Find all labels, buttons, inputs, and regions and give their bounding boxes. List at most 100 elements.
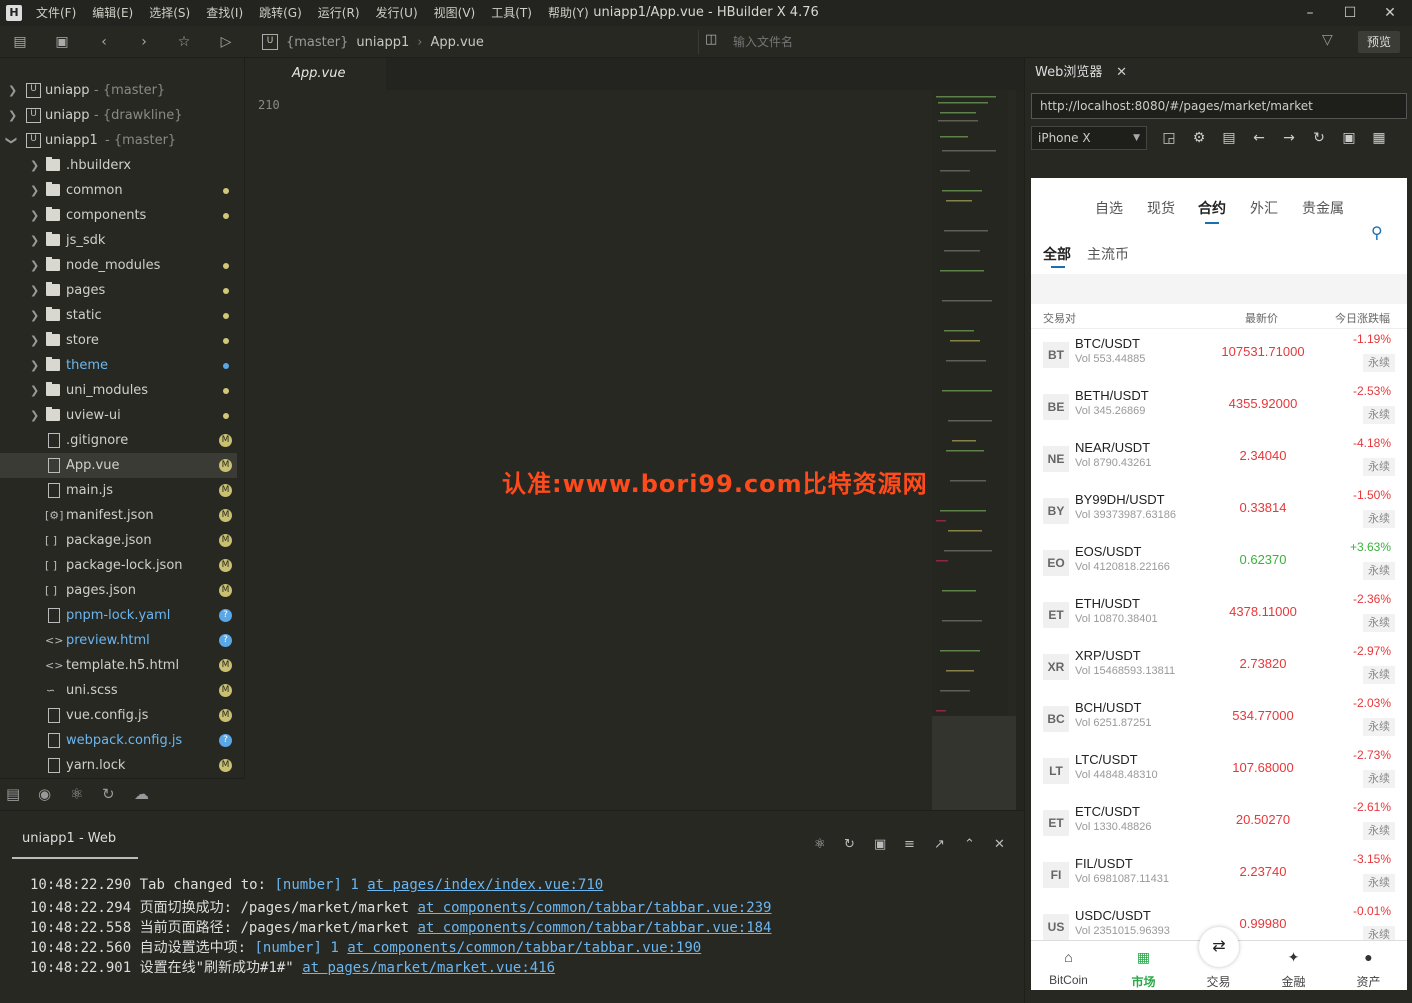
folder-common[interactable]: ❯ common [0,178,237,203]
folder-js-sdk[interactable]: ❯ js_sdk [0,228,237,253]
market-row[interactable]: ET ETC/USDT Vol 1330.48826 20.50270 -2.61% 永续 [1031,798,1407,850]
file-preview-html[interactable]: <> preview.html? [0,628,237,653]
minimap-viewport[interactable] [932,716,1022,810]
back-icon[interactable]: ‹ [94,32,114,52]
git-icon[interactable]: ↻ [102,785,115,803]
settings-icon[interactable]: ⚙ [1189,128,1209,148]
menu-publish[interactable]: 发行(U) [368,0,426,26]
run-icon[interactable]: ▷ [216,32,236,52]
folder-node-modules[interactable]: ❯ node_modules [0,253,237,278]
minimap[interactable] [932,90,1008,810]
market-row[interactable]: FI FIL/USDT Vol 6981087.11431 2.23740 -3.15%… [1031,850,1407,902]
menu-file[interactable]: 文件(F) [28,0,84,26]
device-select[interactable]: iPhone X ▼ [1031,126,1147,150]
tab-web-browser[interactable]: Web浏览器 ✕ [1025,58,1135,88]
clear-icon[interactable]: ≡ [904,837,915,852]
close-icon[interactable]: ✕ [1116,58,1127,88]
minimize-icon[interactable]: – [1290,0,1330,26]
menu-find[interactable]: 查找(I) [198,0,251,26]
save-icon[interactable]: ▣ [52,32,72,52]
close-panel-icon[interactable]: ✕ [994,837,1005,852]
market-row[interactable]: BE BETH/USDT Vol 345.26869 4355.92000 -2.53%… [1031,382,1407,434]
menu-select[interactable]: 选择(S) [141,0,198,26]
rotate-icon[interactable]: ◲ [1159,128,1179,148]
forward-icon[interactable]: › [134,32,154,52]
nav-trade[interactable]: 交易 [1181,941,1256,990]
menu-run[interactable]: 运行(R) [310,0,368,26]
chevron-up-icon[interactable]: ⌃ [964,837,975,852]
file-pnpm-lock-yaml[interactable]: pnpm-lock.yaml? [0,603,237,628]
project-uniapp1[interactable]: ❯ U uniapp1 - {master} [0,128,237,153]
nav-finance[interactable]: ✦ 金融 [1256,941,1331,990]
tab-contract[interactable]: 合约 [1198,198,1226,218]
project-uniapp-master[interactable]: ❯ U uniapp - {master} [0,78,237,103]
nav-bitcoin[interactable]: ⌂ BitCoin [1031,941,1106,990]
preview-button[interactable]: 预览 [1358,31,1400,53]
file-gitignore[interactable]: .gitignore M [0,428,237,453]
stop-icon[interactable]: ▣ [874,837,886,852]
folder-uview-ui[interactable]: ❯ uview-ui [0,403,237,428]
file-manifest-json[interactable]: [⚙] manifest.json M [0,503,237,528]
explorer-icon[interactable]: ▤ [6,785,20,803]
menu-tools[interactable]: 工具(T) [483,0,540,26]
breadcrumb-project[interactable]: uniapp1 [356,35,409,50]
market-row[interactable]: NE NEAR/USDT Vol 8790.43261 2.34040 -4.18% 永续 [1031,434,1407,486]
forward-icon[interactable]: → [1279,128,1299,148]
breadcrumb-branch[interactable]: {master} [286,35,348,50]
log-source-link[interactable]: at pages/market/market.vue:416 [302,960,555,976]
subtab-all[interactable]: 全部 [1043,244,1071,264]
open-external-icon[interactable]: ↗ [934,837,945,852]
log-source-link[interactable]: at components/common/tabbar/tabbar.vue:1… [417,920,771,936]
folder-uni-modules[interactable]: ❯ uni_modules [0,378,237,403]
star-icon[interactable]: ☆ [174,32,194,52]
tab-metals[interactable]: 贵金属 [1302,198,1344,218]
tab-spot[interactable]: 现货 [1147,198,1175,218]
file-uni-scss[interactable]: ∽ uni.scss M [0,678,237,703]
subtab-mainstream[interactable]: 主流币 [1087,244,1129,264]
file-package-json[interactable]: [ ] package.json M [0,528,237,553]
file-package-lock-json[interactable]: [ ] package-lock.json M [0,553,237,578]
market-row[interactable]: XR XRP/USDT Vol 15468593.13811 2.73820 -2.97… [1031,642,1407,694]
file-vue-config-js[interactable]: vue.config.js M [0,703,237,728]
folder-components[interactable]: ❯ components [0,203,237,228]
market-row[interactable]: BC BCH/USDT Vol 6251.87251 534.77000 -2.03% 永… [1031,694,1407,746]
file-pages-json[interactable]: [ ] pages.json M [0,578,237,603]
menu-goto[interactable]: 跳转(G) [251,0,310,26]
console-tab[interactable]: uniapp1 - Web [12,831,138,859]
market-row[interactable]: BT BTC/USDT Vol 553.44885 107531.71000 -1.19… [1031,330,1407,382]
market-row[interactable]: ET ETH/USDT Vol 10870.38401 4378.11000 -2.36… [1031,590,1407,642]
log-source-link[interactable]: at components/common/tabbar/tabbar.vue:2… [417,900,771,916]
debug-icon[interactable]: ⚛ [814,837,826,852]
file-main-js[interactable]: main.js M [0,478,237,503]
file-app-vue[interactable]: App.vue M [0,453,237,478]
tab-watchlist[interactable]: 自选 [1095,198,1123,218]
file-search-input[interactable] [731,32,1295,52]
maximize-icon[interactable]: ☐ [1330,0,1370,26]
back-icon[interactable]: ← [1249,128,1269,148]
folder-store[interactable]: ❯ store [0,328,237,353]
breadcrumb-file[interactable]: App.vue [430,35,483,50]
file-webpack-config-js[interactable]: webpack.config.js? [0,728,237,753]
market-row[interactable]: EO EOS/USDT Vol 4120818.22166 0.62370 +3.63%… [1031,538,1407,590]
qrcode-icon[interactable]: ▦ [1369,128,1389,148]
editor-scrollbar[interactable] [1016,90,1024,810]
close-icon[interactable]: ✕ [1370,0,1410,26]
binoculars-icon[interactable]: ◉ [38,785,51,803]
file-yarn-lock[interactable]: yarn.lock M [0,753,237,778]
folder-static[interactable]: ❯ static [0,303,237,328]
new-file-icon[interactable]: ▤ [10,32,30,52]
folder-pages[interactable]: ❯ pages [0,278,237,303]
file-template-h5-html[interactable]: <> template.h5.html M [0,653,237,678]
menu-view[interactable]: 视图(V) [426,0,484,26]
restart-icon[interactable]: ↻ [844,837,855,852]
refresh-icon[interactable]: ↻ [1309,128,1329,148]
menu-edit[interactable]: 编辑(E) [84,0,141,26]
log-source-link[interactable]: at pages/index/index.vue:710 [367,877,603,893]
market-row[interactable]: BY BY99DH/USDT Vol 39373987.63186 0.33814 -1… [1031,486,1407,538]
tab-app-vue[interactable]: App.vue [246,58,386,90]
folder-hbuilderx[interactable]: ❯ .hbuilderx [0,153,237,178]
cloud-icon[interactable]: ☁ [134,785,149,803]
console-icon[interactable]: ▤ [1219,128,1239,148]
project-uniapp-drawkline[interactable]: ❯ U uniapp - {drawkline} [0,103,237,128]
menu-help[interactable]: 帮助(Y) [540,0,597,26]
